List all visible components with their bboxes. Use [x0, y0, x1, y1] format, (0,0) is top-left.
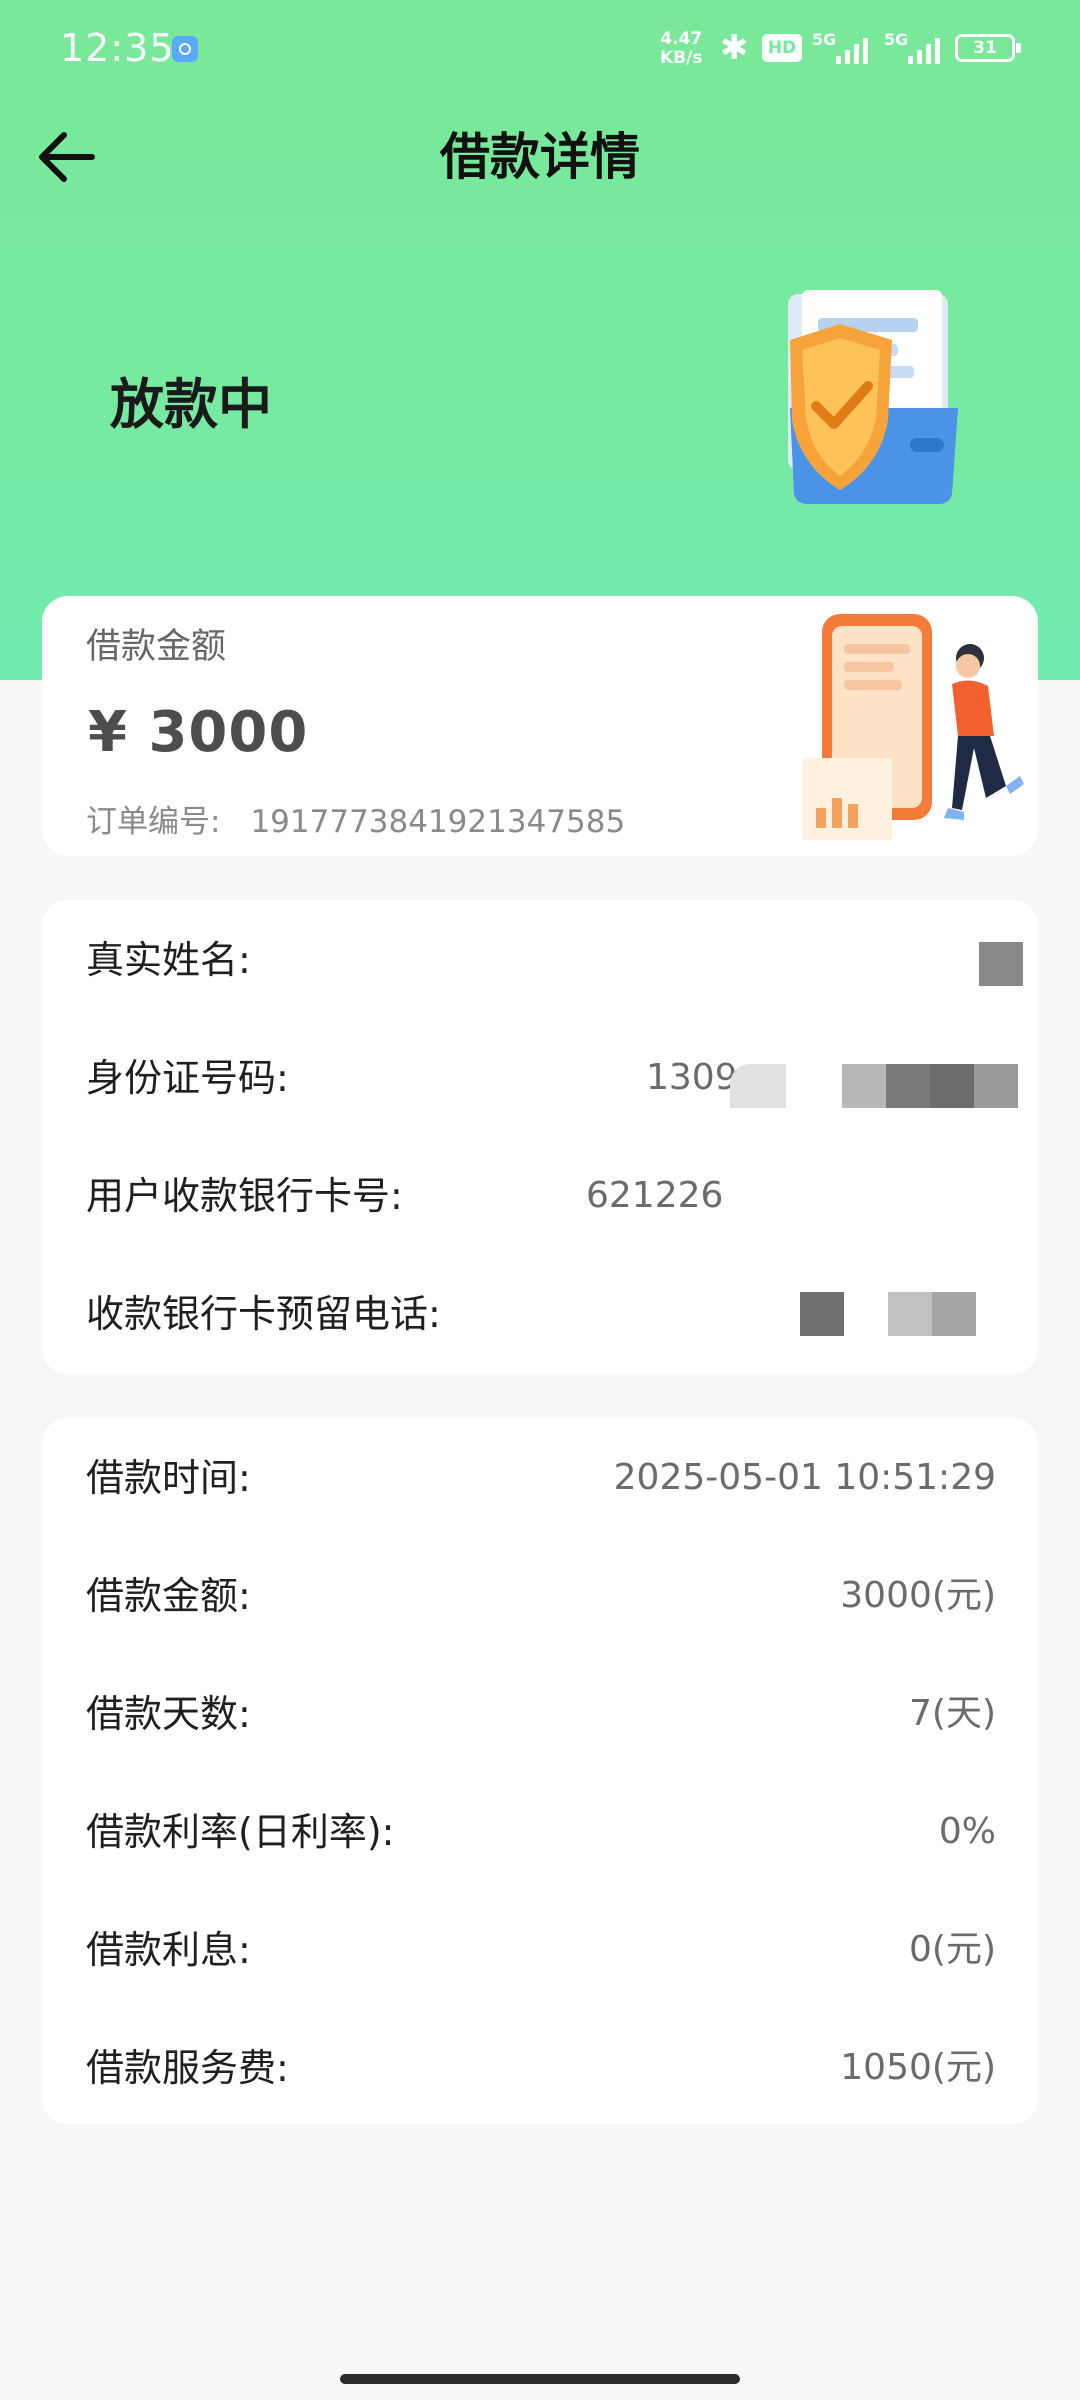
- page-title: 借款详情: [440, 128, 640, 186]
- redacted-block: [886, 1064, 930, 1108]
- arrow-left-icon: [39, 132, 95, 182]
- redacted-block: [730, 1064, 786, 1108]
- row-label: 真实姓名:: [86, 938, 251, 982]
- loan-amount-label: 借款金额: [86, 627, 227, 667]
- loan-amount-value: ¥ 3000: [88, 700, 309, 765]
- loan-row-service-fee: 借款服务费: 1050(元): [86, 2038, 996, 2098]
- loan-row-days: 借款天数: 7(天): [86, 1684, 996, 1744]
- redacted-block: [932, 1292, 976, 1336]
- network-speed-value: 4.47: [660, 29, 703, 49]
- row-value: 3000(元): [840, 1575, 996, 1616]
- row-value: 1309: [646, 1057, 738, 1098]
- row-label: 借款金额:: [86, 1574, 251, 1618]
- row-label: 借款服务费:: [86, 2046, 289, 2090]
- bluetooth-icon: ✱: [720, 28, 749, 68]
- row-value: 7(天): [909, 1693, 996, 1734]
- status-time: 12:35: [60, 26, 175, 70]
- row-label: 借款天数:: [86, 1692, 251, 1736]
- redacted-block: [800, 1292, 844, 1336]
- row-label: 身份证号码:: [86, 1056, 289, 1100]
- redacted-block: [930, 1064, 974, 1108]
- network-speed-unit: KB/s: [660, 48, 703, 68]
- order-number-value: 1917773841921347585: [250, 804, 626, 840]
- row-label: 借款时间:: [86, 1456, 251, 1500]
- signal-5g-icon: 5G: [812, 30, 874, 66]
- loan-row-amount: 借款金额: 3000(元): [86, 1566, 996, 1626]
- row-value: 0(元): [909, 1929, 996, 1970]
- row-value: 2025-05-01 10:51:29: [613, 1457, 996, 1498]
- redacted-block: [974, 1064, 1018, 1108]
- redacted-block: [842, 1064, 886, 1108]
- order-number-label: 订单编号:: [86, 804, 221, 840]
- loan-row-rate: 借款利率(日利率): 0%: [86, 1802, 996, 1862]
- loan-status: 放款中: [110, 373, 272, 436]
- back-button[interactable]: [30, 120, 104, 194]
- app-notification-icon: [172, 36, 198, 62]
- signal-5g-icon-2: 5G: [884, 30, 946, 66]
- personal-info-card: 真实姓名: 身份证号码: 1309 用户收款银行卡号: 621226 收款银行卡…: [42, 900, 1038, 1374]
- loan-details-card: 借款时间: 2025-05-01 10:51:29 借款金额: 3000(元) …: [42, 1418, 1038, 2124]
- signal-label-2: 5G: [884, 30, 909, 49]
- home-indicator[interactable]: [340, 2374, 740, 2384]
- status-bar: 12:35 4.47 KB/s ✱ HD 5G 5G 31: [0, 0, 1080, 100]
- phone-receipt-illustration: [782, 608, 1032, 848]
- hd-badge: HD: [762, 34, 802, 62]
- order-number: 订单编号: 1917773841921347585: [86, 796, 625, 841]
- row-label: 借款利息:: [86, 1928, 251, 1972]
- loan-row-time: 借款时间: 2025-05-01 10:51:29: [86, 1448, 996, 1508]
- redacted-block: [979, 942, 1023, 986]
- row-label: 借款利率(日利率):: [86, 1810, 395, 1854]
- row-value: 0%: [938, 1811, 996, 1852]
- network-speed: 4.47 KB/s: [660, 30, 702, 68]
- info-row-bank-card: 用户收款银行卡号: 621226: [86, 1166, 996, 1226]
- shield-folder-illustration: [730, 290, 970, 520]
- loan-row-interest: 借款利息: 0(元): [86, 1920, 996, 1980]
- battery-icon: 31: [955, 34, 1021, 62]
- row-label: 用户收款银行卡号:: [86, 1174, 403, 1218]
- row-value: 621226: [586, 1175, 724, 1216]
- redacted-block: [888, 1292, 932, 1336]
- info-row-real-name: 真实姓名:: [86, 930, 1023, 990]
- info-row-id-number: 身份证号码: 1309: [86, 1048, 1018, 1108]
- signal-label: 5G: [812, 30, 837, 49]
- row-label: 收款银行卡预留电话:: [86, 1292, 441, 1336]
- loan-summary-card: 借款金额 ¥ 3000 订单编号: 1917773841921347585: [42, 596, 1038, 856]
- info-row-reserved-phone: 收款银行卡预留电话:: [86, 1284, 996, 1344]
- row-value: 1050(元): [840, 2047, 996, 2088]
